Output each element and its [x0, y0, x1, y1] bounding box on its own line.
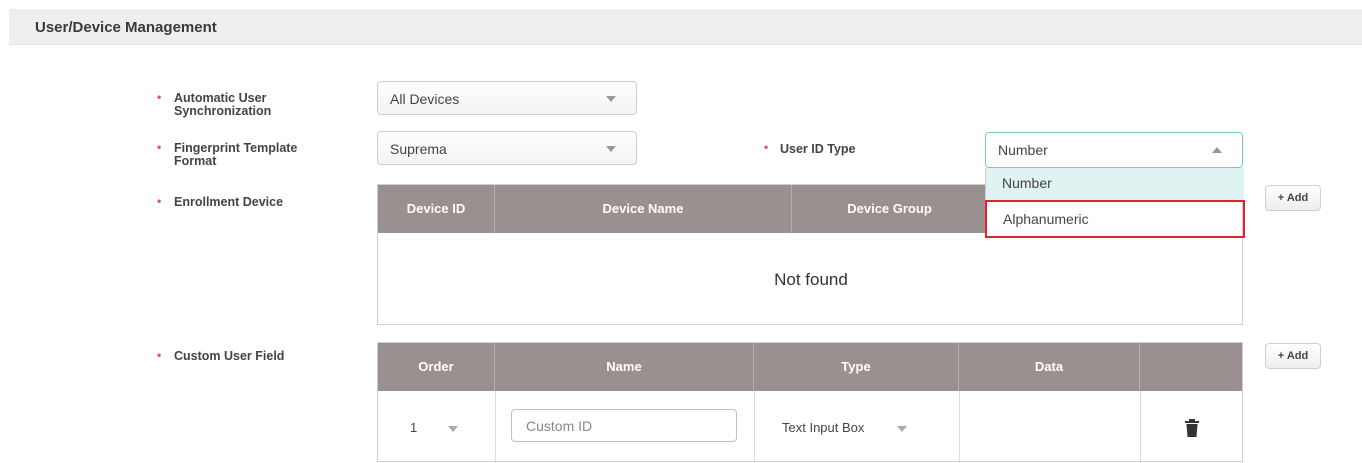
custom-field-label: Custom User Field: [174, 349, 285, 363]
col-data[interactable]: Data: [959, 343, 1140, 391]
user-id-type-label: User ID Type: [780, 142, 856, 156]
required-bullet: •: [157, 348, 162, 362]
empty-message: Not found: [774, 270, 848, 289]
section-title: User/Device Management: [35, 19, 217, 36]
required-bullet: •: [764, 140, 769, 154]
order-select[interactable]: 1: [410, 420, 417, 435]
auto-sync-label: Automatic User Synchronization: [174, 91, 272, 118]
required-bullet: •: [157, 140, 162, 154]
cell-divider: [754, 391, 755, 463]
option-alphanumeric[interactable]: Alphanumeric: [985, 200, 1245, 238]
user-id-type-dropdown: Number Alphanumeric: [985, 168, 1245, 238]
fp-format-label: Fingerprint Template Format: [174, 141, 298, 168]
type-value: Text Input Box: [782, 420, 865, 435]
required-bullet: •: [157, 90, 162, 104]
option-number[interactable]: Number: [986, 168, 1244, 200]
required-bullet: •: [157, 194, 162, 208]
chevron-down-icon: [606, 146, 616, 152]
col-order[interactable]: Order: [378, 343, 495, 391]
cell-divider: [1140, 391, 1141, 463]
cell-divider: [959, 391, 960, 463]
order-value: 1: [410, 420, 418, 435]
custom-field-name-input[interactable]: Custom ID: [511, 409, 737, 442]
trash-icon[interactable]: [1185, 419, 1199, 437]
enrollment-label: Enrollment Device: [174, 195, 284, 209]
type-select[interactable]: Text Input Box: [782, 420, 864, 435]
fp-format-select[interactable]: Suprema: [377, 131, 637, 165]
cell-divider: [495, 391, 496, 463]
auto-sync-value: All Devices: [390, 91, 460, 107]
enrollment-add-button[interactable]: + Add: [1265, 185, 1321, 211]
custom-field-add-button[interactable]: + Add: [1265, 343, 1321, 369]
chevron-up-icon: [1212, 147, 1222, 153]
chevron-down-icon: [897, 426, 907, 432]
fp-format-value: Suprema: [390, 141, 447, 157]
user-id-type-select[interactable]: Number: [985, 132, 1243, 168]
col-name[interactable]: Name: [495, 343, 754, 391]
custom-field-table: Order Name Type Data 1 Custom ID Text In…: [377, 342, 1243, 463]
col-actions: [1140, 343, 1242, 391]
chevron-down-icon: [448, 426, 458, 432]
col-device-id[interactable]: Device ID: [378, 185, 495, 233]
col-device-name[interactable]: Device Name: [495, 185, 792, 233]
col-device-group[interactable]: Device Group: [792, 185, 988, 233]
chevron-down-icon: [606, 96, 616, 102]
user-id-type-value: Number: [998, 142, 1048, 158]
auto-sync-select[interactable]: All Devices: [377, 81, 637, 115]
section-header: User/Device Management: [9, 9, 1362, 45]
custom-field-table-header: Order Name Type Data: [378, 343, 1242, 391]
col-type[interactable]: Type: [754, 343, 959, 391]
